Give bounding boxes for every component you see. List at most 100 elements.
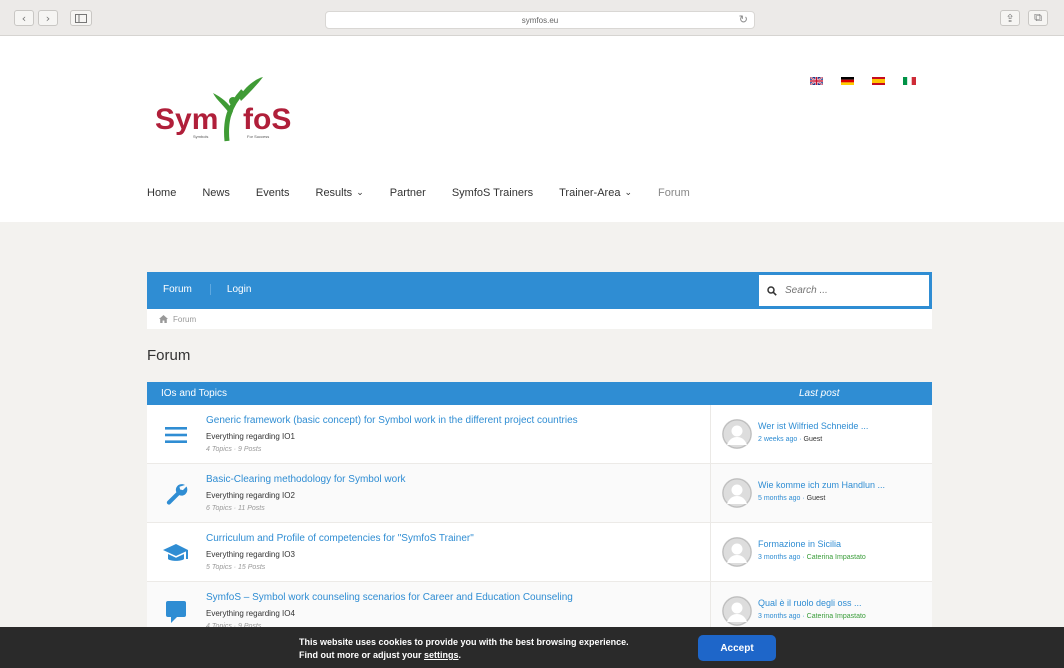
- forum-row: Basic-Clearing methodology for Symbol wo…: [147, 464, 932, 523]
- avatar[interactable]: [722, 478, 752, 508]
- cookie-line-2-prefix: Find out more or adjust your: [299, 650, 425, 660]
- last-post-link[interactable]: Formazione in Sicilia: [758, 539, 841, 549]
- last-post-meta: 3 months ago · Caterina Impastato: [758, 554, 866, 561]
- reload-icon[interactable]: ↻: [739, 13, 748, 26]
- nav-trainer-area-label: Trainer-Area: [559, 187, 621, 199]
- graduation-cap-icon: [163, 540, 189, 566]
- forum-stats: 5 Topics · 15 Posts: [206, 564, 266, 571]
- wrench-icon: [163, 481, 189, 507]
- nav-news-label: News: [202, 187, 230, 199]
- browser-nav-buttons: ‹ ›: [14, 10, 92, 26]
- forum-description: Everything regarding IO2: [206, 491, 295, 500]
- forum-stats: 6 Topics · 11 Posts: [206, 505, 265, 512]
- home-icon[interactable]: [159, 315, 168, 323]
- chevron-down-icon: ⌄: [624, 188, 633, 198]
- avatar[interactable]: [722, 419, 752, 449]
- forum-search: [758, 274, 930, 307]
- search-input[interactable]: [785, 285, 915, 296]
- forum-title-link[interactable]: Basic-Clearing methodology for Symbol wo…: [206, 474, 406, 485]
- browser-toolbar: ‹ › symfos.eu ↻ ⇪ ⧉: [0, 0, 1064, 36]
- nav-results[interactable]: Results ⌄: [316, 187, 364, 199]
- column-divider: [710, 464, 711, 523]
- nav-forum[interactable]: Forum: [658, 187, 690, 199]
- cookie-line-2: Find out more or adjust your settings.: [299, 649, 629, 662]
- page-title: Forum: [147, 347, 191, 364]
- breadcrumb: Forum: [147, 309, 932, 329]
- share-button[interactable]: ⇪: [1000, 10, 1020, 26]
- nav-events-label: Events: [255, 187, 290, 199]
- flag-it-icon[interactable]: [903, 77, 916, 85]
- chevron-down-icon: ⌄: [356, 188, 364, 198]
- logo-image: Sym foS Symbols For Success: [155, 77, 291, 142]
- forum-link[interactable]: Forum: [163, 284, 210, 295]
- nav-events[interactable]: Events: [256, 187, 290, 199]
- forum-title-link[interactable]: Generic framework (basic concept) for Sy…: [206, 415, 578, 426]
- last-post-time[interactable]: 3 months ago: [758, 554, 800, 561]
- sidebar-toggle-button[interactable]: [70, 10, 92, 26]
- forum-links: Forum Login: [163, 284, 269, 295]
- nav-symfos-trainers[interactable]: SymfoS Trainers: [452, 187, 533, 199]
- last-post-meta: 2 weeks ago · Guest: [758, 436, 823, 443]
- cookie-settings-link[interactable]: settings: [424, 650, 459, 660]
- forward-button[interactable]: ›: [38, 10, 58, 26]
- avatar[interactable]: [722, 596, 752, 626]
- forum-stats: 4 Topics · 9 Posts: [206, 446, 262, 453]
- column-divider: [710, 523, 711, 582]
- avatar[interactable]: [722, 537, 752, 567]
- breadcrumb-forum[interactable]: Forum: [173, 315, 196, 324]
- accept-cookies-button[interactable]: Accept: [698, 635, 776, 661]
- last-post-column-header: Last post: [799, 388, 840, 399]
- forum-description: Everything regarding IO4: [206, 609, 295, 618]
- forum-toolbar: Forum Login: [147, 272, 932, 309]
- list-icon: [163, 422, 189, 448]
- flag-es-icon[interactable]: [872, 77, 885, 85]
- nav-home[interactable]: Home: [147, 187, 176, 199]
- last-post-author[interactable]: Caterina Impastato: [807, 613, 866, 620]
- forum-title-link[interactable]: Curriculum and Profile of competencies f…: [206, 533, 474, 544]
- last-post-author: Guest: [806, 495, 826, 502]
- column-divider: [710, 405, 711, 464]
- cookie-banner: This website uses cookies to provide you…: [0, 627, 1064, 668]
- nav-trainer-area[interactable]: Trainer-Area ⌄: [559, 187, 632, 199]
- cookie-message: This website uses cookies to provide you…: [299, 636, 629, 662]
- nav-partner[interactable]: Partner: [390, 187, 426, 199]
- forum-title-link[interactable]: SymfoS – Symbol work counseling scenario…: [206, 592, 573, 603]
- flag-de-icon[interactable]: [841, 77, 854, 85]
- svg-text:Sym: Sym: [155, 103, 218, 136]
- svg-text:foS: foS: [243, 103, 291, 136]
- tabs-button[interactable]: ⧉: [1028, 10, 1048, 26]
- last-post-meta: 3 months ago · Caterina Impastato: [758, 613, 866, 620]
- nav-results-label: Results: [315, 187, 353, 199]
- last-post-meta: 5 months ago · Guest: [758, 495, 826, 502]
- last-post-time[interactable]: 5 months ago: [758, 495, 800, 502]
- cookie-line-1: This website uses cookies to provide you…: [299, 637, 629, 647]
- search-icon[interactable]: [767, 285, 777, 296]
- symfos-logo[interactable]: Sym foS Symbols For Success: [155, 71, 305, 151]
- forum-list: Generic framework (basic concept) for Sy…: [147, 405, 932, 641]
- last-post-link[interactable]: Wie komme ich zum Handlun ...: [758, 480, 885, 490]
- last-post-link[interactable]: Wer ist Wilfried Schneide ...: [758, 421, 868, 431]
- nav-partner-label: Partner: [389, 187, 426, 199]
- url-text: symfos.eu: [521, 15, 559, 25]
- flag-en-icon[interactable]: [810, 77, 823, 85]
- last-post-link[interactable]: Qual è il ruolo degli oss ...: [758, 598, 862, 608]
- main-navigation: Home News Events Results ⌄ Partner SymfoS…: [147, 187, 716, 199]
- last-post-time[interactable]: 2 weeks ago: [758, 436, 797, 443]
- topics-column-header: IOs and Topics: [161, 388, 227, 399]
- last-post-time[interactable]: 3 months ago: [758, 613, 800, 620]
- svg-text:Symbols: Symbols: [193, 134, 208, 139]
- comment-icon: [163, 599, 189, 625]
- login-link[interactable]: Login: [209, 284, 269, 295]
- forum-description: Everything regarding IO3: [206, 550, 295, 559]
- forum-row: Generic framework (basic concept) for Sy…: [147, 405, 932, 464]
- back-button[interactable]: ‹: [14, 10, 34, 26]
- forum-table-header: IOs and Topics Last post: [147, 382, 932, 405]
- forum-description: Everything regarding IO1: [206, 432, 295, 441]
- nav-news[interactable]: News: [202, 187, 230, 199]
- last-post-author[interactable]: Caterina Impastato: [807, 554, 866, 561]
- language-switcher: [810, 77, 916, 85]
- address-bar[interactable]: symfos.eu ↻: [325, 11, 755, 29]
- sidebar-icon: [75, 13, 87, 23]
- svg-text:For Success: For Success: [247, 134, 269, 139]
- browser-right-buttons: ⇪ ⧉: [1000, 10, 1048, 26]
